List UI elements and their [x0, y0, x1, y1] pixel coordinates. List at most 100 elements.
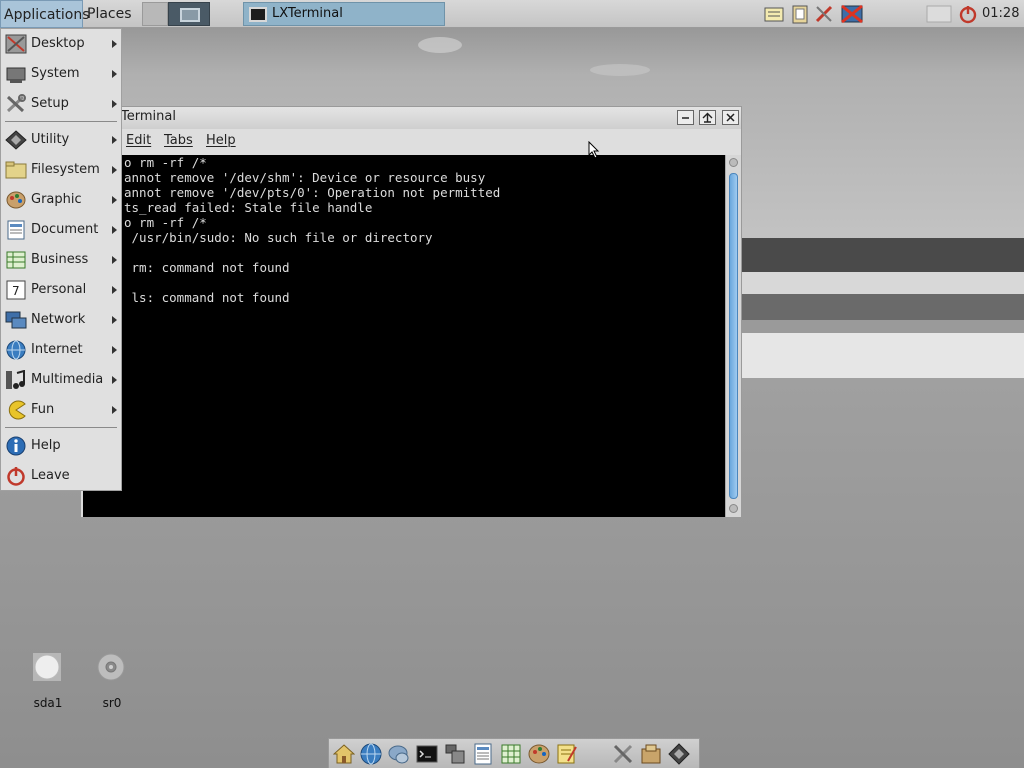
- desktop-icon-label: sda1: [33, 696, 63, 710]
- puppy-utility-icon[interactable]: [668, 743, 690, 765]
- menu-item-label: Fun: [31, 402, 55, 417]
- desktop-icon-sr0[interactable]: sr0: [87, 652, 137, 716]
- window-titlebar[interactable]: Terminal: [81, 107, 741, 129]
- network-icon: [5, 311, 27, 329]
- scroll-down-arrow[interactable]: [729, 504, 738, 513]
- taskbar-button-lxterminal[interactable]: LXTerminal: [243, 2, 445, 26]
- mouse-cursor-icon: [588, 141, 600, 159]
- terminal-line: ts_read failed: Stale file handle: [124, 200, 373, 215]
- taskbar-button-label: LXTerminal: [272, 6, 343, 21]
- menu-item-setup[interactable]: Setup: [1, 89, 121, 119]
- submenu-arrow-icon: [112, 196, 117, 204]
- spreadsheet-icon[interactable]: [500, 743, 522, 765]
- settings-tools-icon[interactable]: [612, 743, 634, 765]
- workspace-pager[interactable]: [168, 2, 210, 26]
- menu-item-leave[interactable]: Leave: [1, 461, 121, 491]
- personal-icon: 7: [6, 280, 26, 300]
- applications-menu-button[interactable]: Applications: [0, 0, 90, 28]
- menu-item-label: Network: [31, 312, 86, 327]
- submenu-arrow-icon: [112, 316, 117, 324]
- word-processor-icon[interactable]: [472, 743, 494, 765]
- power-icon[interactable]: [958, 4, 978, 24]
- clipboard-tray-icon[interactable]: [790, 4, 810, 24]
- terminal-output[interactable]: o rm -rf /* annot remove '/dev/shm': Dev…: [83, 155, 725, 517]
- submenu-arrow-icon: [112, 136, 117, 144]
- help-icon: [6, 436, 26, 456]
- menu-item-internet[interactable]: Internet: [1, 335, 121, 365]
- menu-item-label: Multimedia: [31, 372, 104, 387]
- browser-icon[interactable]: [360, 743, 382, 765]
- terminal-line: annot remove '/dev/pts/0': Operation not…: [124, 185, 501, 200]
- submenu-arrow-icon: [112, 100, 117, 108]
- terminal-line: o rm -rf /*: [124, 155, 207, 170]
- minimize-button[interactable]: [677, 110, 694, 125]
- close-icon: [726, 113, 735, 122]
- menu-item-desktop[interactable]: Desktop: [1, 29, 121, 59]
- file-manager-icon[interactable]: [444, 743, 466, 765]
- calendar-digit: 7: [12, 284, 20, 298]
- menu-item-fun[interactable]: Fun: [1, 395, 121, 425]
- scroll-up-arrow[interactable]: [729, 158, 738, 167]
- terminal-line: o rm -rf /*: [124, 215, 207, 230]
- desktop-icon-sda1[interactable]: sda1: [23, 652, 73, 716]
- menu-item-label: System: [31, 66, 80, 81]
- submenu-arrow-icon: [112, 226, 117, 234]
- menu-item-document[interactable]: Document: [1, 215, 121, 245]
- terminal-line: /usr/bin/sudo: No such file or directory: [124, 230, 433, 245]
- menu-item-personal[interactable]: 7 Personal: [1, 275, 121, 305]
- firewall-tray-icon[interactable]: [840, 4, 866, 24]
- volume-tray-icon[interactable]: [926, 4, 952, 24]
- menu-item-filesystem[interactable]: Filesystem: [1, 155, 121, 185]
- menu-item-label: Help: [31, 438, 61, 453]
- terminal-menubar: Edit Tabs Help: [81, 129, 741, 155]
- show-desktop-button[interactable]: [142, 2, 168, 26]
- menu-item-multimedia[interactable]: Multimedia: [1, 365, 121, 395]
- submenu-arrow-icon: [112, 70, 117, 78]
- menu-separator: [5, 427, 117, 428]
- menu-item-utility[interactable]: Utility: [1, 125, 121, 155]
- menu-item-system[interactable]: System: [1, 59, 121, 89]
- window-title: Terminal: [121, 109, 176, 124]
- notes-tray-icon[interactable]: [764, 4, 784, 24]
- menu-tabs[interactable]: Tabs: [164, 133, 193, 148]
- menu-item-graphic[interactable]: Graphic: [1, 185, 121, 215]
- terminal-line: rm: command not found: [124, 260, 290, 275]
- terminal-line: annot remove '/dev/shm': Device or resou…: [124, 170, 486, 185]
- network-disconnected-tray-icon[interactable]: [814, 4, 834, 24]
- menu-item-label: Desktop: [31, 36, 85, 51]
- menu-item-business[interactable]: Business: [1, 245, 121, 275]
- menu-item-network[interactable]: Network: [1, 305, 121, 335]
- close-button[interactable]: [722, 110, 739, 125]
- menu-item-label: Personal: [31, 282, 87, 297]
- paint-icon[interactable]: [528, 743, 550, 765]
- submenu-arrow-icon: [112, 286, 117, 294]
- menu-separator: [5, 121, 117, 122]
- terminal-icon: [249, 7, 267, 22]
- submenu-arrow-icon: [112, 376, 117, 384]
- maximize-button[interactable]: [699, 110, 716, 125]
- filesystem-icon: [5, 161, 27, 179]
- clock[interactable]: 01:28: [982, 0, 1019, 28]
- terminal-line: ls: command not found: [124, 290, 290, 305]
- home-icon[interactable]: [333, 743, 355, 765]
- desktop-icon-label: sr0: [102, 696, 122, 710]
- places-menu-button[interactable]: Places: [84, 0, 134, 28]
- terminal-launcher-icon[interactable]: [416, 743, 438, 765]
- menu-edit[interactable]: Edit: [126, 133, 151, 148]
- package-manager-icon[interactable]: [640, 743, 662, 765]
- submenu-arrow-icon: [112, 346, 117, 354]
- menu-help[interactable]: Help: [206, 133, 236, 148]
- optical-disc-icon: [97, 653, 125, 681]
- business-icon: [6, 251, 26, 269]
- chat-icon[interactable]: [388, 743, 410, 765]
- minimize-icon: [682, 117, 689, 119]
- menu-item-label: Document: [31, 222, 99, 237]
- menu-item-help[interactable]: Help: [1, 431, 121, 461]
- menu-item-label: Graphic: [31, 192, 82, 207]
- menu-item-label: Setup: [31, 96, 69, 111]
- vertical-scrollbar[interactable]: [725, 155, 741, 517]
- menu-item-label: Business: [31, 252, 89, 267]
- leave-icon: [7, 467, 25, 486]
- text-editor-icon[interactable]: [556, 743, 578, 765]
- scrollbar-thumb[interactable]: [729, 173, 738, 499]
